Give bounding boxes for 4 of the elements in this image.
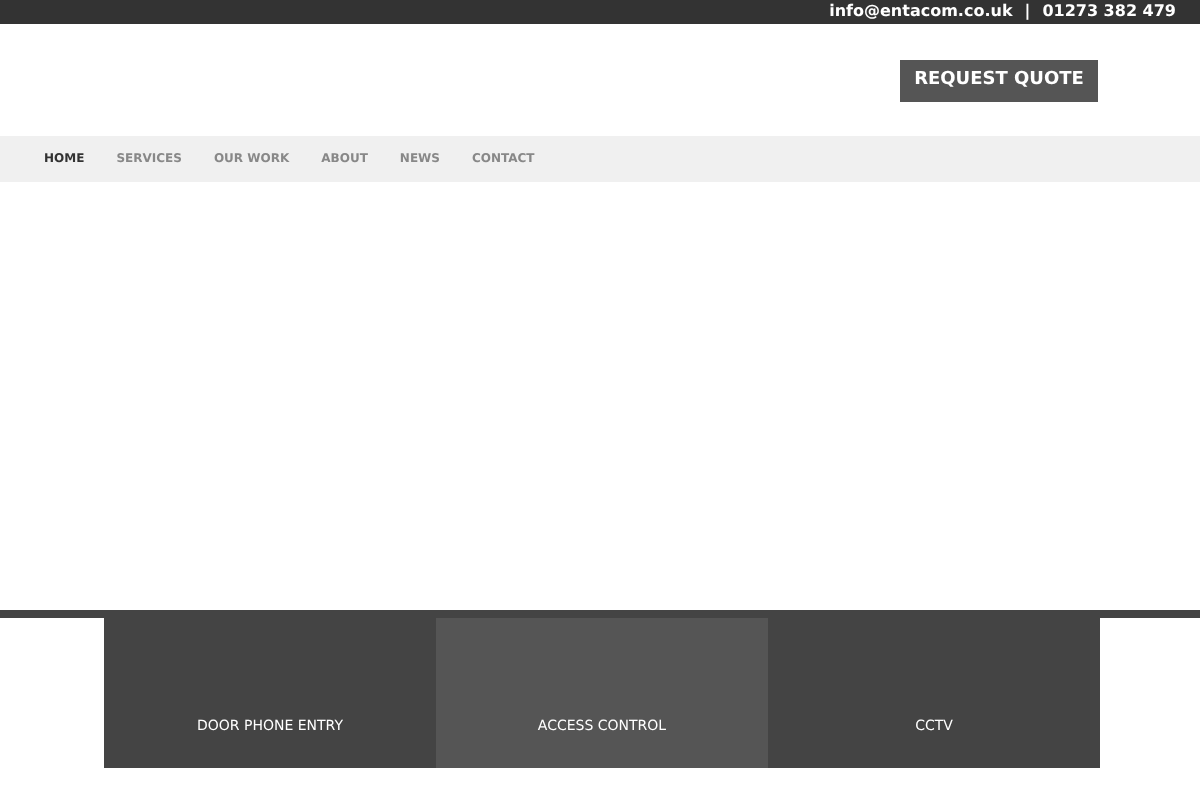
request-quote-button[interactable]: REQUEST QUOTE	[900, 60, 1098, 102]
separator: |	[1024, 4, 1031, 20]
phone-number: 01273 382 479	[1042, 4, 1176, 20]
email-link[interactable]: info@entacom.co.uk	[829, 4, 1013, 20]
